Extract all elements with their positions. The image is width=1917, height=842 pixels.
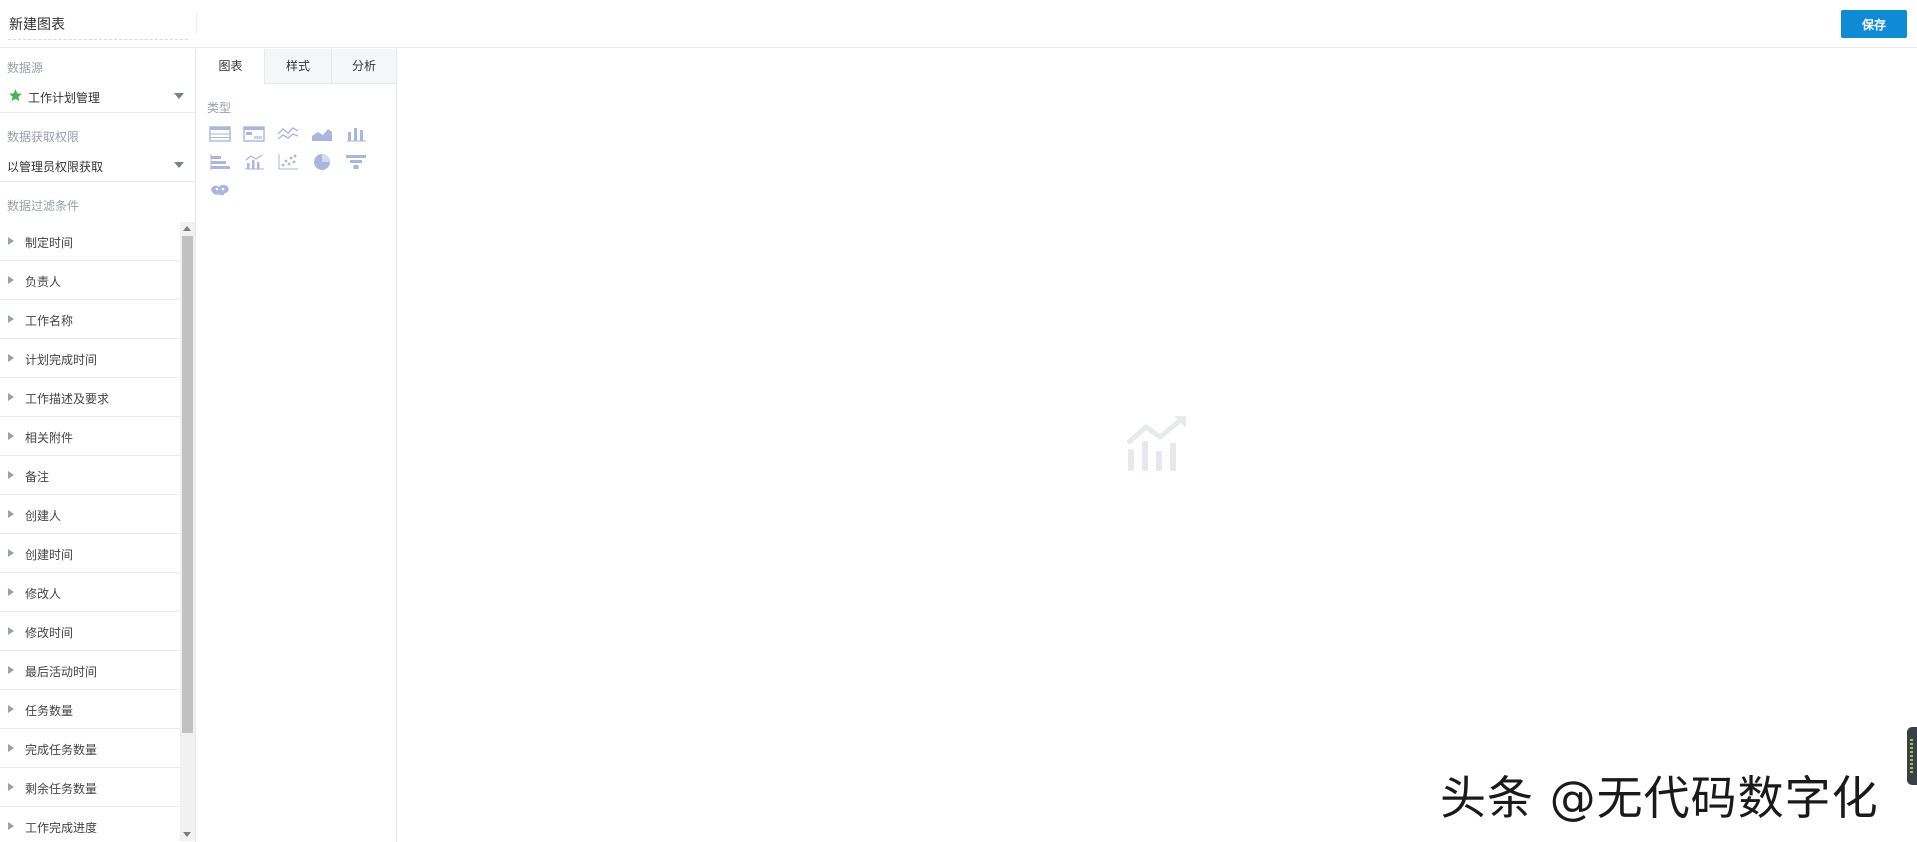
filter-item[interactable]: 任务数量 [0, 690, 180, 729]
caret-right-icon[interactable] [8, 705, 14, 713]
filter-label: 数据过滤条件 [7, 199, 80, 213]
data-config-panel: 数据源 工作计划管理 数据获取权限 以管理员权限获取 数据过滤条件 制定时间负责… [0, 49, 196, 842]
caret-right-icon[interactable] [8, 783, 14, 791]
filter-item-label: 创建人 [25, 509, 62, 523]
star-icon [9, 89, 22, 102]
filter-item[interactable]: 最后活动时间 [0, 651, 180, 690]
filter-item-label: 工作名称 [25, 314, 74, 328]
tab-style[interactable]: 样式 [265, 49, 332, 84]
filter-item[interactable]: 创建人 [0, 495, 180, 534]
scroll-up-icon[interactable] [183, 226, 191, 231]
scatter-chart-icon[interactable] [277, 153, 299, 171]
chart-type-label: 类型 [207, 101, 232, 115]
datasource-label: 数据源 [7, 61, 44, 75]
caret-right-icon[interactable] [8, 315, 14, 323]
filter-item[interactable]: 备注 [0, 456, 180, 495]
pivot-table-icon[interactable] [243, 125, 265, 143]
filter-item[interactable]: 创建时间 [0, 534, 180, 573]
caret-right-icon[interactable] [8, 471, 14, 479]
top-bar: 新建图表 保存 [0, 0, 1917, 48]
filter-item-label: 完成任务数量 [25, 743, 98, 757]
filter-item-label: 修改人 [25, 587, 62, 601]
filter-item[interactable]: 相关附件 [0, 417, 180, 456]
tab-chart[interactable]: 图表 [197, 49, 265, 85]
chart-settings-panel: 图表 样式 分析 类型 [197, 49, 397, 842]
caret-right-icon[interactable] [8, 276, 14, 284]
caret-right-icon[interactable] [8, 822, 14, 830]
datasource-select[interactable]: 工作计划管理 [0, 79, 196, 113]
side-drawer-handle[interactable] [1907, 727, 1917, 785]
chevron-down-icon[interactable] [174, 162, 184, 168]
pie-chart-icon[interactable] [311, 153, 333, 171]
header-divider [196, 12, 197, 34]
filter-item-label: 创建时间 [25, 548, 74, 562]
filter-item-label: 备注 [25, 470, 50, 484]
filter-item[interactable]: 计划完成时间 [0, 339, 180, 378]
chart-placeholder-icon [1126, 416, 1186, 471]
caret-right-icon[interactable] [8, 549, 14, 557]
bar-chart-icon[interactable] [345, 125, 367, 143]
filter-item[interactable]: 制定时间 [0, 222, 180, 261]
tab-analysis[interactable]: 分析 [332, 49, 396, 84]
filter-item[interactable]: 工作名称 [0, 300, 180, 339]
datasource-value: 工作计划管理 [28, 91, 101, 105]
caret-right-icon[interactable] [8, 237, 14, 245]
filter-item-label: 工作描述及要求 [25, 392, 110, 406]
area-chart-icon[interactable] [311, 125, 333, 143]
caret-right-icon[interactable] [8, 510, 14, 518]
filter-item[interactable]: 工作描述及要求 [0, 378, 180, 417]
caret-right-icon[interactable] [8, 744, 14, 752]
watermark-text: 头条 @无代码数字化 [1440, 771, 1879, 825]
caret-right-icon[interactable] [8, 666, 14, 674]
filter-scrollbar[interactable] [180, 222, 195, 841]
table-icon[interactable] [209, 125, 231, 143]
filter-item-label: 工作完成进度 [25, 821, 98, 835]
combo-chart-icon[interactable] [243, 153, 265, 171]
caret-right-icon[interactable] [8, 432, 14, 440]
scroll-down-icon[interactable] [183, 832, 191, 837]
filter-item-label: 剩余任务数量 [25, 782, 98, 796]
filter-item[interactable]: 剩余任务数量 [0, 768, 180, 807]
filter-item-label: 最后活动时间 [25, 665, 98, 679]
filter-item-label: 修改时间 [25, 626, 74, 640]
filter-item-label: 制定时间 [25, 236, 74, 250]
filter-item-label: 相关附件 [25, 431, 74, 445]
chart-title-field[interactable]: 新建图表 [8, 8, 188, 40]
filter-item[interactable]: 修改时间 [0, 612, 180, 651]
save-button[interactable]: 保存 [1841, 10, 1907, 38]
filter-item[interactable]: 修改人 [0, 573, 180, 612]
line-chart-icon[interactable] [277, 125, 299, 143]
caret-right-icon[interactable] [8, 393, 14, 401]
map-chart-icon[interactable] [209, 181, 231, 199]
settings-tabs: 图表 样式 分析 [197, 49, 396, 85]
filter-item-label: 计划完成时间 [25, 353, 98, 367]
chart-canvas [398, 49, 1917, 842]
permission-label: 数据获取权限 [7, 130, 80, 144]
chart-title[interactable]: 新建图表 [9, 14, 65, 34]
filter-item[interactable]: 完成任务数量 [0, 729, 180, 768]
filter-item[interactable]: 工作完成进度 [0, 807, 180, 842]
permission-select[interactable]: 以管理员权限获取 [0, 148, 196, 182]
filter-item[interactable]: 负责人 [0, 261, 180, 300]
grip-icon [1910, 739, 1913, 773]
filter-field-list: 制定时间负责人工作名称计划完成时间 工作描述及要求 相关附件备注创建人创建时间修改人… [0, 222, 196, 842]
chevron-down-icon[interactable] [174, 93, 184, 99]
caret-right-icon[interactable] [8, 354, 14, 362]
filter-item-label: 负责人 [25, 275, 62, 289]
permission-value: 以管理员权限获取 [7, 160, 104, 174]
caret-right-icon[interactable] [8, 588, 14, 596]
funnel-chart-icon[interactable] [345, 153, 367, 171]
scroll-thumb[interactable] [182, 236, 193, 733]
horizontal-bar-icon[interactable] [209, 153, 231, 171]
caret-right-icon[interactable] [8, 627, 14, 635]
filter-item-label: 任务数量 [25, 704, 74, 718]
